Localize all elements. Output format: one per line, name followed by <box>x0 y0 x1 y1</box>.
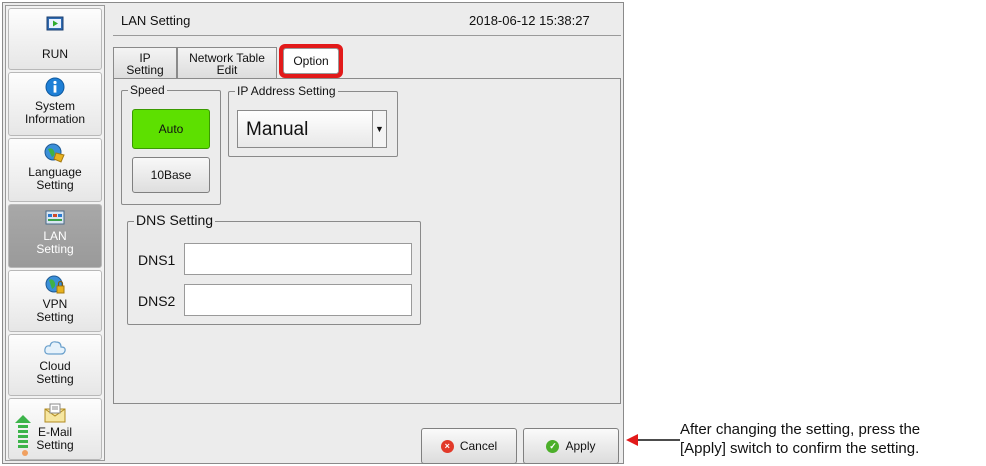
scroll-up-arrow-icon[interactable] <box>15 415 31 457</box>
sidebar-item-label: Language Setting <box>28 165 82 192</box>
lan-setting-screen: RUN System Information Language Setting <box>2 2 624 464</box>
dns-legend: DNS Setting <box>134 212 216 228</box>
lan-icon <box>45 210 65 225</box>
dns1-field[interactable] <box>184 243 412 275</box>
ip-address-select[interactable]: Manual ▼ <box>237 110 387 148</box>
ip-address-value: Manual <box>246 119 309 140</box>
sidebar-item-run[interactable]: RUN <box>8 8 102 70</box>
annotation-line-1: After changing the setting, press the <box>680 421 921 438</box>
run-icon <box>46 16 64 31</box>
annotation-text: After changing the setting, press the [A… <box>680 420 920 458</box>
sidebar-item-label: VPN Setting <box>36 297 74 324</box>
sidebar-item-email-setting[interactable]: E-Mail Setting <box>8 398 102 460</box>
dropdown-arrow-icon[interactable]: ▼ <box>372 111 386 147</box>
tab-option[interactable]: Option <box>283 48 339 74</box>
sidebar-item-label: LAN Setting <box>36 229 74 256</box>
sidebar-item-label: RUN <box>42 47 68 61</box>
page-title: LAN Setting <box>121 13 191 28</box>
cancel-label: Cancel <box>459 439 498 453</box>
cloud-icon <box>44 341 66 355</box>
cancel-icon: × <box>440 439 454 453</box>
tab-network-table-edit[interactable]: Network Table Edit <box>177 47 277 79</box>
annotation-arrow-icon <box>626 434 680 446</box>
sidebar-item-vpn-setting[interactable]: VPN Setting <box>8 270 102 332</box>
dns2-field[interactable] <box>184 284 412 316</box>
sidebar-item-label: System Information <box>24 99 86 126</box>
apply-button[interactable]: ✓ Apply <box>523 428 619 464</box>
sidebar-item-language-setting[interactable]: Language Setting <box>8 138 102 202</box>
email-icon <box>44 403 66 423</box>
dns1-label: DNS1 <box>138 252 176 268</box>
annotation-line-2: [Apply] switch to confirm the setting. <box>680 440 920 457</box>
datetime: 2018-06-12 15:38:27 <box>469 13 590 28</box>
speed-auto-button[interactable]: Auto <box>132 109 210 149</box>
divider <box>113 35 621 36</box>
speed-group: Speed Auto 10Base <box>121 83 221 205</box>
tab-ip-setting[interactable]: IP Setting <box>113 47 177 79</box>
highlight-box: Option <box>279 44 343 78</box>
sidebar: RUN System Information Language Setting <box>5 5 105 461</box>
ip-address-legend: IP Address Setting <box>235 84 338 98</box>
sidebar-item-cloud-setting[interactable]: Cloud Setting <box>8 334 102 396</box>
info-icon <box>45 77 65 97</box>
speed-legend: Speed <box>128 83 167 97</box>
globe-icon <box>44 143 65 163</box>
cancel-button[interactable]: × Cancel <box>421 428 517 464</box>
sidebar-item-label: Cloud Setting <box>36 359 74 386</box>
sidebar-item-system-information[interactable]: System Information <box>8 72 102 136</box>
apply-icon: ✓ <box>546 439 560 453</box>
vpn-icon <box>45 275 65 294</box>
sidebar-item-lan-setting[interactable]: LAN Setting <box>8 204 102 268</box>
sidebar-item-label: E-Mail Setting <box>36 425 74 452</box>
speed-10base-button[interactable]: 10Base <box>132 157 210 193</box>
apply-label: Apply <box>565 439 596 453</box>
dns2-label: DNS2 <box>138 293 176 309</box>
